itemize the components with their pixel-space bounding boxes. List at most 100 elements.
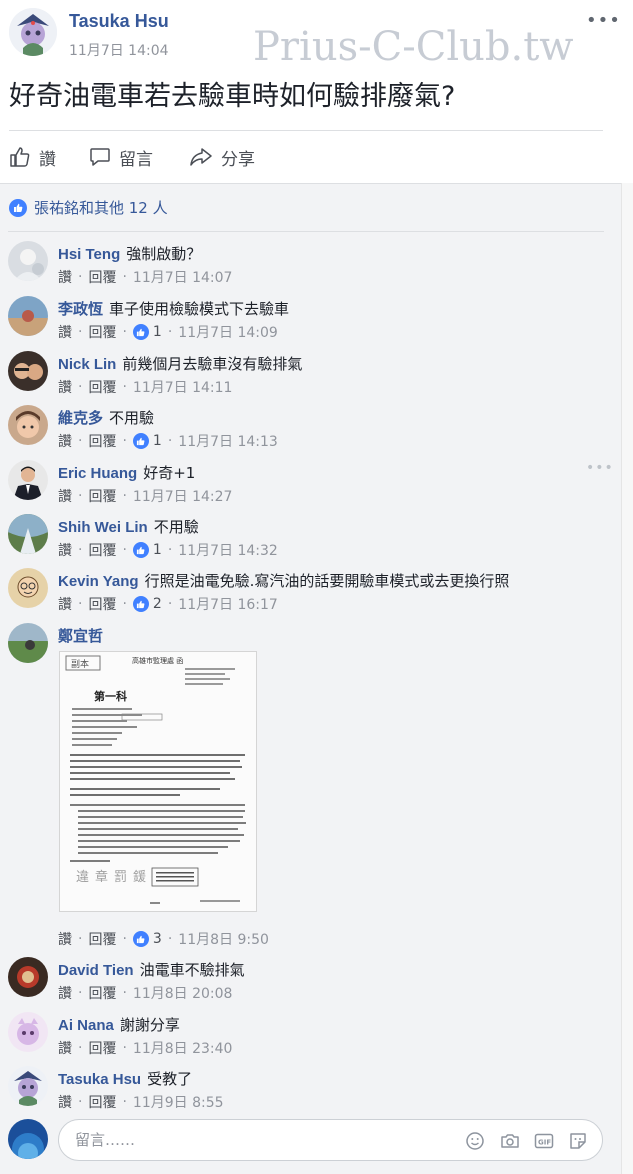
separator: · bbox=[167, 596, 173, 612]
avatar[interactable] bbox=[8, 460, 48, 500]
comment-text: 謝謝分享 bbox=[119, 1016, 180, 1034]
separator: · bbox=[78, 542, 83, 558]
comment-item: David Tien 油電車不驗排氣 讚 · 回覆 · 11月8日 20:08 bbox=[8, 957, 608, 1011]
separator: · bbox=[122, 542, 127, 558]
comment-reply-link[interactable]: 回覆 bbox=[88, 431, 116, 451]
comment-author[interactable]: Hsi Teng bbox=[58, 246, 120, 263]
separator: · bbox=[167, 324, 173, 340]
comment-text: 受教了 bbox=[147, 1070, 193, 1088]
avatar[interactable] bbox=[8, 514, 48, 554]
avatar[interactable] bbox=[8, 296, 48, 336]
avatar[interactable] bbox=[8, 568, 48, 608]
more-options-icon[interactable]: ••• bbox=[586, 10, 621, 31]
comment-item: Nick Lin 前幾個月去驗車沒有驗排氣 讚 · 回覆 · 11月7日 14:11 bbox=[8, 351, 608, 405]
comment-time[interactable]: 11月7日 14:27 bbox=[133, 486, 233, 506]
comment-text: 行照是油電免驗.寫汽油的話要開驗車模式或去更換行照 bbox=[144, 572, 510, 590]
comment-time[interactable]: 11月7日 14:09 bbox=[178, 322, 278, 342]
comment-time[interactable]: 11月7日 14:13 bbox=[178, 431, 278, 451]
like-reaction-icon bbox=[9, 198, 27, 217]
comment-like-link[interactable]: 讚 bbox=[58, 594, 72, 614]
comment-like-link[interactable]: 讚 bbox=[58, 1092, 72, 1112]
comment-time[interactable]: 11月7日 16:17 bbox=[178, 594, 278, 614]
comment-author[interactable]: 李政恆 bbox=[58, 301, 103, 318]
avatar[interactable] bbox=[8, 957, 48, 997]
share-button[interactable]: 分享 bbox=[189, 143, 255, 171]
avatar[interactable] bbox=[8, 405, 48, 445]
comment-reply-link[interactable]: 回覆 bbox=[88, 540, 116, 560]
avatar[interactable] bbox=[8, 351, 48, 391]
like-reaction-icon bbox=[132, 542, 149, 558]
post-author-name[interactable]: Tasuka Hsu bbox=[69, 11, 169, 32]
comment-like-link[interactable]: 讚 bbox=[58, 377, 72, 397]
comment-like-link[interactable]: 讚 bbox=[58, 540, 72, 560]
comment-author[interactable]: Ai Nana bbox=[58, 1017, 114, 1034]
avatar[interactable] bbox=[8, 623, 48, 663]
doc-heading: 高雄市監理處 函 bbox=[132, 656, 183, 665]
comment-time[interactable]: 11月8日 23:40 bbox=[133, 1038, 233, 1058]
separator: · bbox=[78, 1094, 83, 1110]
comment-reply-link[interactable]: 回覆 bbox=[88, 929, 116, 949]
avatar[interactable] bbox=[8, 241, 48, 281]
comment-like-link[interactable]: 讚 bbox=[58, 929, 72, 949]
comment-reply-link[interactable]: 回覆 bbox=[88, 377, 116, 397]
comment-author[interactable]: Kevin Yang bbox=[58, 573, 139, 590]
comment-like-link[interactable]: 讚 bbox=[58, 322, 72, 342]
comment-like-count[interactable]: 3 bbox=[153, 931, 162, 947]
comment-reply-link[interactable]: 回覆 bbox=[88, 486, 116, 506]
separator: · bbox=[122, 931, 127, 947]
post-text: 好奇油電車若去驗車時如何驗排廢氣? bbox=[9, 81, 456, 112]
comment-like-link[interactable]: 讚 bbox=[58, 1038, 72, 1058]
avatar[interactable] bbox=[8, 1066, 48, 1106]
comment-item: Kevin Yang 行照是油電免驗.寫汽油的話要開驗車模式或去更換行照 讚 · 回… bbox=[8, 568, 608, 622]
comment-like-link[interactable]: 讚 bbox=[58, 431, 72, 451]
comment-time[interactable]: 11月9日 8:55 bbox=[133, 1092, 224, 1112]
comment-time[interactable]: 11月7日 14:32 bbox=[178, 540, 278, 560]
comment-button[interactable]: 留言 bbox=[89, 143, 153, 171]
comment-like-count[interactable]: 2 bbox=[153, 596, 162, 612]
separator: · bbox=[122, 488, 127, 504]
separator: · bbox=[78, 596, 83, 612]
scrollbar[interactable] bbox=[621, 183, 633, 1174]
comment-like-count[interactable]: 1 bbox=[153, 542, 162, 558]
comment-time[interactable]: 11月8日 9:50 bbox=[178, 929, 269, 949]
comment-time[interactable]: 11月7日 14:07 bbox=[133, 267, 233, 287]
doc-stamp: 副本 bbox=[71, 658, 89, 670]
gif-icon[interactable]: GIF bbox=[534, 1131, 554, 1151]
comment-like-link[interactable]: 讚 bbox=[58, 983, 72, 1003]
comment-author[interactable]: 維克多 bbox=[58, 410, 103, 427]
comment-text: 不用驗 bbox=[109, 409, 155, 427]
comment-author[interactable]: David Tien bbox=[58, 962, 134, 979]
comment-like-count[interactable]: 1 bbox=[153, 433, 162, 449]
comment-composer[interactable]: GIF bbox=[58, 1119, 603, 1161]
like-button[interactable]: 讚 bbox=[9, 143, 56, 171]
comment-author[interactable]: Tasuka Hsu bbox=[58, 1071, 141, 1088]
comment-reply-link[interactable]: 回覆 bbox=[88, 322, 116, 342]
avatar[interactable] bbox=[8, 1012, 48, 1052]
comment-author[interactable]: Eric Huang bbox=[58, 465, 137, 482]
comment-reply-link[interactable]: 回覆 bbox=[88, 1038, 116, 1058]
comment-reply-link[interactable]: 回覆 bbox=[88, 1092, 116, 1112]
comment-like-link[interactable]: 讚 bbox=[58, 486, 72, 506]
attached-document-image[interactable]: 副本 高雄市監理處 函 第一科 違章罰鍰 bbox=[59, 651, 257, 912]
comment-reply-link[interactable]: 回覆 bbox=[88, 267, 116, 287]
camera-icon[interactable] bbox=[500, 1131, 520, 1151]
comment-options-icon[interactable]: ••• bbox=[586, 460, 614, 476]
author-avatar[interactable] bbox=[9, 8, 57, 56]
comment-like-link[interactable]: 讚 bbox=[58, 267, 72, 287]
comment-time[interactable]: 11月7日 14:11 bbox=[133, 377, 233, 397]
comment-author[interactable]: Shih Wei Lin bbox=[58, 519, 148, 536]
comment-like-count[interactable]: 1 bbox=[153, 324, 162, 340]
comment-reply-link[interactable]: 回覆 bbox=[88, 983, 116, 1003]
comment-author[interactable]: Nick Lin bbox=[58, 356, 116, 373]
post-timestamp[interactable]: 11月7日 14:04 bbox=[69, 40, 169, 60]
comment-reply-link[interactable]: 回覆 bbox=[88, 594, 116, 614]
likes-summary[interactable]: 張祐銘和其他 12 人 bbox=[9, 197, 168, 218]
facebook-post-card: Tasuka Hsu 11月7日 14:04 Prius-C-Club.tw •… bbox=[0, 0, 633, 1174]
comment-time[interactable]: 11月8日 20:08 bbox=[133, 983, 233, 1003]
comment-input[interactable] bbox=[75, 1129, 455, 1151]
comment-author[interactable]: 鄭宜哲 bbox=[58, 628, 103, 645]
sticker-icon[interactable] bbox=[568, 1131, 588, 1151]
emoji-icon[interactable] bbox=[465, 1131, 485, 1151]
share-label: 分享 bbox=[221, 149, 255, 170]
comment-text: 強制啟動？ bbox=[126, 245, 202, 263]
